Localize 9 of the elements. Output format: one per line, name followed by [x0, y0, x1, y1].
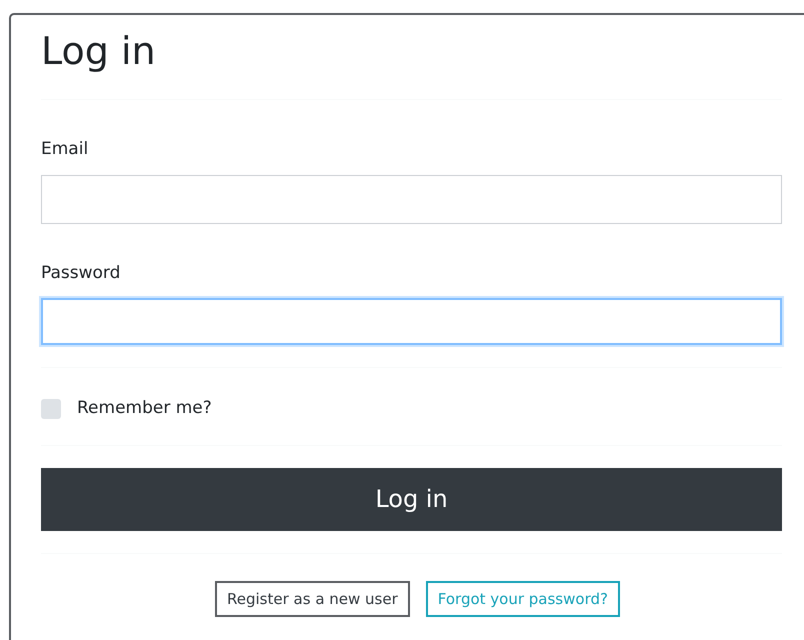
field-label: Password: [41, 262, 122, 284]
checkbox[interactable]: [41, 398, 61, 419]
page-title: Log in: [41, 29, 157, 73]
checkbox-label: Remember me?: [77, 397, 212, 420]
field-label: Email: [41, 138, 90, 161]
input-field[interactable]: [41, 298, 782, 345]
login-button[interactable]: Log in: [41, 468, 782, 530]
link-button[interactable]: Register as a new user: [215, 580, 410, 617]
input-field[interactable]: [41, 174, 782, 224]
